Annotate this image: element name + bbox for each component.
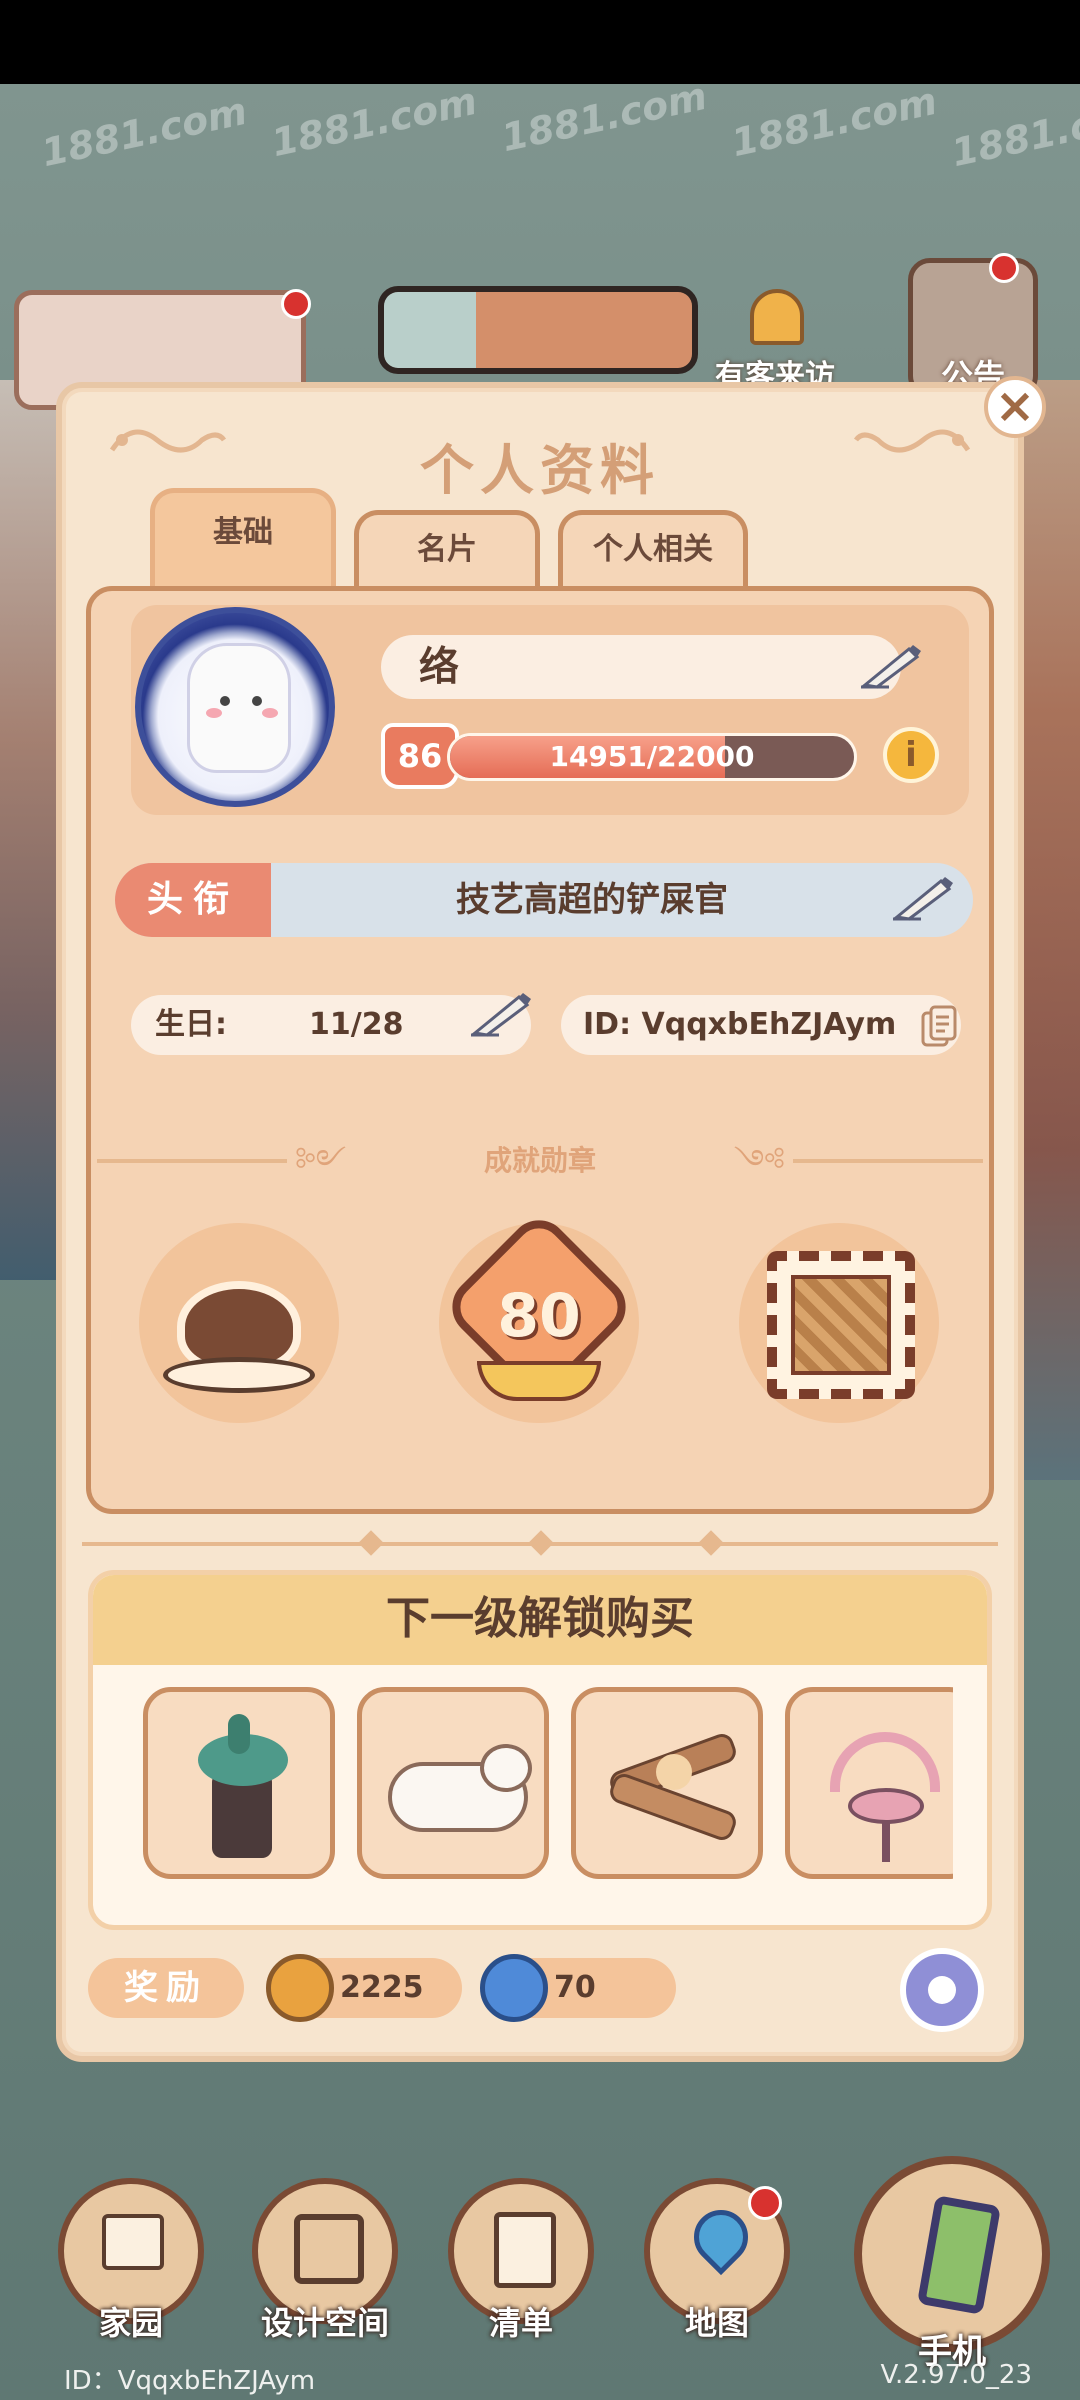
avatar[interactable] — [135, 607, 335, 807]
stamp-icon — [767, 1251, 915, 1399]
settings-button[interactable] — [900, 1948, 984, 2032]
xp-progress-bar: 14951/22000 — [447, 733, 857, 781]
unlock-item[interactable] — [785, 1687, 953, 1879]
birthday-value: 11/28 — [309, 1007, 404, 1042]
nav-list-label: 清单 — [488, 2304, 553, 2342]
unlock-item[interactable] — [571, 1687, 763, 1879]
ruler-icon — [294, 2214, 364, 2284]
version-label: V.2.97.0_23 — [880, 2360, 1032, 2390]
basic-info-card: 络 86 14951/22000 i 头衔 技艺高超的铲屎官 生日: 11/28 — [86, 586, 994, 1514]
phone-icon — [916, 2195, 1002, 2315]
coffee-badge[interactable] — [127, 1211, 351, 1435]
coin-reward: 2225 — [266, 1954, 462, 2022]
house-icon — [102, 2214, 164, 2270]
title-value: 技艺高超的铲屎官 — [456, 880, 728, 920]
gem-reward: 70 — [480, 1954, 676, 2022]
footer-player-id: ID：VqqxbEhZJAym — [64, 2366, 316, 2396]
gear-icon — [928, 1976, 956, 2004]
notepad-icon — [494, 2212, 556, 2288]
nav-design[interactable]: 设计空间 — [252, 2178, 398, 2342]
next-level-unlocks: 下一级解锁购买 — [88, 1570, 992, 1930]
notification-dot — [989, 253, 1019, 283]
background-right-scenery — [1015, 380, 1080, 1480]
xp-text: 14951/22000 — [549, 740, 755, 773]
player-id-field: ID: VqqxbEhZJAym — [561, 995, 961, 1055]
achievements-divider: ༻ 成就勋章 ༺ — [97, 1141, 983, 1181]
nav-design-label: 设计空间 — [260, 2304, 389, 2342]
weather-progress-bar — [378, 286, 698, 374]
title-label: 头衔 — [115, 863, 271, 937]
notification-dot — [748, 2186, 782, 2220]
nav-home-label: 家园 — [98, 2304, 163, 2342]
gem-value: 70 — [554, 1970, 596, 2005]
edit-name-icon[interactable] — [859, 641, 921, 693]
ornament-icon: ༺ — [733, 1142, 785, 1180]
title-row: 头衔 技艺高超的铲屎官 — [115, 863, 973, 937]
bell-icon — [750, 289, 804, 345]
birthday-label: 生日: — [155, 1007, 227, 1042]
profile-panel: 个人资料 × 基础 名片 个人相关 络 86 14951/22000 i 头衔 … — [56, 376, 1046, 2062]
info-icon[interactable]: i — [883, 727, 939, 783]
player-id: ID: VqqxbEhZJAym — [583, 1007, 897, 1042]
unlock-item[interactable] — [357, 1687, 549, 1879]
edit-title-icon[interactable] — [891, 873, 953, 925]
nav-map[interactable]: 地图 — [644, 2178, 790, 2342]
map-pin-icon — [682, 2198, 760, 2276]
nav-phone[interactable]: 手机 — [854, 2156, 1050, 2372]
gem-icon — [480, 1954, 548, 2022]
tab-card[interactable]: 名片 — [354, 510, 540, 588]
unlock-items-list[interactable] — [143, 1687, 953, 1887]
level-80-badge[interactable]: 80 — [427, 1208, 651, 1435]
stamp-badge[interactable] — [727, 1211, 951, 1435]
close-button[interactable]: × — [984, 376, 1046, 438]
player-name: 络 — [381, 635, 901, 699]
nav-list[interactable]: 清单 — [448, 2178, 594, 2342]
cat-avatar-icon — [187, 643, 291, 773]
edit-birthday-icon[interactable] — [469, 989, 531, 1041]
tab-basic[interactable]: 基础 — [150, 488, 336, 598]
tab-personal[interactable]: 个人相关 — [558, 510, 748, 588]
coin-icon — [266, 1954, 334, 2022]
nav-home[interactable]: 家园 — [58, 2178, 204, 2342]
unlock-item[interactable] — [143, 1687, 335, 1879]
badge-number: 80 — [497, 1281, 581, 1351]
close-icon: × — [994, 378, 1036, 434]
notification-dot — [281, 289, 311, 319]
unlock-heading: 下一级解锁购买 — [93, 1575, 987, 1665]
visitor-button[interactable]: 有客来访 — [715, 285, 835, 395]
section-divider — [62, 1530, 1018, 1556]
reward-label: 奖励 — [88, 1958, 244, 2018]
background-left-scenery — [0, 380, 60, 1280]
copy-id-icon[interactable] — [921, 1005, 957, 1047]
nav-map-label: 地图 — [684, 2304, 749, 2342]
profile-header: 络 86 14951/22000 i — [131, 605, 969, 815]
status-bar — [0, 0, 1080, 84]
coin-value: 2225 — [340, 1970, 424, 2005]
flourish-right-icon — [848, 410, 978, 470]
